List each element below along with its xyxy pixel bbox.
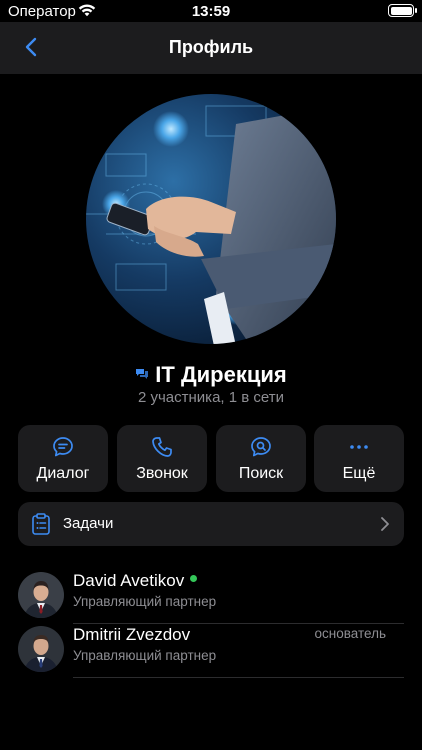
member-name: Dmitrii Zvezdov: [73, 625, 191, 644]
page-title: Профиль: [168, 37, 254, 57]
status-bar: Оператор 13:59: [0, 0, 422, 24]
group-title: IT Дирекция: [0, 362, 422, 388]
online-indicator: [190, 575, 198, 582]
dialog-label: Диалог: [36, 465, 90, 482]
group-name-text: IT Дирекция: [155, 362, 287, 387]
member-row[interactable]: Dmitrii Zvezdov основатель Управляющий п…: [18, 624, 404, 678]
search-button[interactable]: Поиск: [216, 425, 306, 492]
clipboard-icon: [32, 513, 50, 535]
phone-icon: [152, 437, 172, 457]
search-label: Поиск: [238, 465, 284, 482]
member-role: Управляющий партнер: [73, 648, 217, 663]
member-badge: основатель: [314, 626, 386, 641]
group-avatar[interactable]: [86, 94, 336, 344]
group-chat-icon: [136, 369, 149, 380]
more-button[interactable]: Ещё: [314, 425, 404, 492]
tasks-label: Задачи: [63, 515, 114, 532]
member-row[interactable]: David Avetikov Управляющий партнер: [18, 570, 404, 624]
group-subtitle: 2 участника, 1 в сети: [137, 389, 284, 406]
dialog-button[interactable]: Диалог: [18, 425, 108, 492]
chat-bubble-icon: [53, 437, 73, 457]
more-dots-icon: [350, 445, 368, 449]
status-time: 13:59: [191, 3, 231, 20]
member-avatar: [18, 626, 64, 672]
call-label: Звонок: [136, 465, 188, 482]
battery-icon: [388, 4, 417, 17]
call-button[interactable]: Звонок: [117, 425, 207, 492]
member-name-text: David Avetikov: [73, 571, 185, 590]
member-role: Управляющий партнер: [73, 594, 217, 609]
action-row: Диалог Звонок Поиск Ещё: [18, 425, 404, 492]
row-divider: [73, 677, 404, 678]
more-label: Ещё: [342, 465, 376, 482]
member-name: David Avetikov: [73, 571, 198, 591]
nav-bar: Профиль: [0, 22, 422, 74]
tasks-row[interactable]: Задачи: [18, 502, 404, 546]
member-avatar: [18, 572, 64, 618]
chevron-right-icon: [381, 517, 389, 531]
group-avatar-image: [86, 94, 336, 344]
search-bubble-icon: [251, 437, 271, 457]
